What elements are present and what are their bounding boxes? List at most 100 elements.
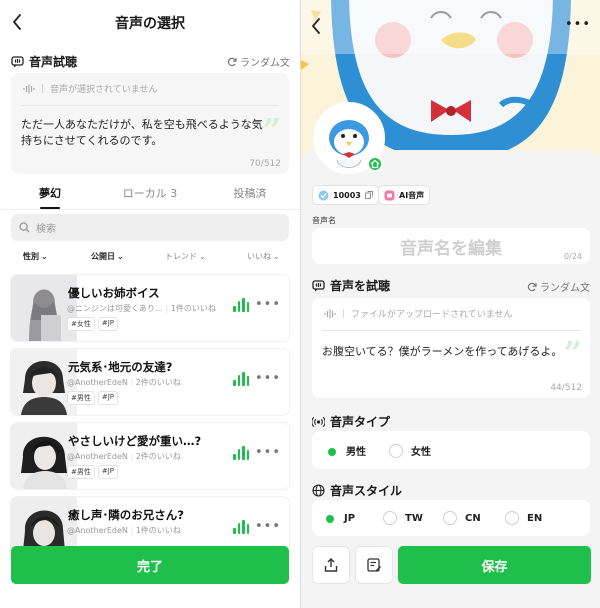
audio-placeholder: 音声が選択されていません — [50, 85, 158, 95]
more-options-icon[interactable]: ••• — [255, 371, 281, 386]
top-bar: 音声の選択 — [0, 0, 300, 44]
tag: #男性 — [67, 391, 95, 405]
globe-icon — [312, 484, 325, 497]
voice-test-card: 音声試聴 ランダム文 | 音声が選択されていません ただ一人あなただけが、私を空… — [0, 44, 300, 180]
radio-cn-label: CN — [465, 512, 481, 524]
radio-tw[interactable]: TW — [383, 511, 423, 525]
voice-likes: 1件のいいね — [170, 304, 216, 313]
voice-tags: #女性 #JP — [67, 317, 119, 331]
random-sentence-button[interactable]: ランダム文 — [227, 54, 290, 69]
page-title: 音声の選択 — [115, 16, 185, 32]
filter-likes[interactable]: いいね ⌄ — [247, 251, 280, 262]
test-text-box[interactable]: | ファイルがアップロードされていません お腹空いてる？僕がラーメンを作ってあげ… — [312, 298, 590, 398]
voice-title: 癒し声･隣のお兄さん? — [68, 508, 184, 522]
bottom-action-bar: 保存 — [301, 540, 600, 608]
voice-badge-icon — [318, 190, 329, 201]
more-options-icon[interactable]: ••• — [255, 297, 281, 312]
radio-female[interactable]: 女性 — [389, 443, 431, 458]
play-wave-icon[interactable] — [233, 446, 249, 460]
tab-posted[interactable]: 投稿済 — [200, 180, 300, 209]
radio-unselected-icon — [443, 511, 457, 525]
voice-id-value: 10003 — [333, 190, 361, 200]
ai-voice-badge: AI音声 — [378, 185, 431, 205]
radio-male[interactable]: 男性 — [324, 443, 366, 458]
voice-author: @ニンジンは可愛くあり… — [67, 304, 163, 313]
edit-note-icon — [367, 558, 381, 572]
radio-cn[interactable]: CN — [443, 511, 481, 525]
tab-mugen[interactable]: 夢幻 — [0, 180, 100, 209]
radio-tw-label: TW — [405, 512, 423, 524]
radio-female-label: 女性 — [411, 447, 431, 458]
radio-unselected-icon — [505, 511, 519, 525]
search-input[interactable]: 検索 — [11, 214, 289, 241]
voice-list-item[interactable]: 優しいお姉ボイス @ニンジンは可愛くあり… | 1件のいいね #女性 #JP •… — [11, 275, 289, 341]
share-button[interactable] — [312, 546, 350, 584]
audio-status-row: | ファイルがアップロードされていません — [324, 307, 513, 320]
voice-author: @AnotherEdeN — [67, 526, 128, 535]
radio-en-label: EN — [527, 512, 543, 524]
voice-type-header: 音声タイプ — [312, 413, 390, 430]
tag: #女性 — [67, 317, 95, 331]
voice-list-item[interactable]: 元気系･地元の友達? @AnotherEdeN | 2件のいいね #男性 #JP… — [11, 349, 289, 415]
tag: #JP — [97, 317, 119, 331]
divider — [21, 105, 279, 106]
radio-unselected-icon — [389, 443, 403, 458]
test-text-box[interactable]: | 音声が選択されていません ただ一人あなただけが、私を空も飛べるような気持ちに… — [11, 73, 289, 174]
chevron-down-icon: ⌄ — [117, 252, 124, 261]
radio-en[interactable]: EN — [505, 511, 542, 525]
voice-meta: @AnotherEdeN | 1件のいいね — [67, 526, 181, 535]
voice-likes: 2件のいいね — [135, 452, 181, 461]
filter-bar: 性別 ⌄ 公開日 ⌄ トレンド ⌄ いいね ⌄ — [0, 251, 300, 267]
save-button[interactable]: 保存 — [398, 546, 591, 584]
voice-type-title: 音声タイプ — [330, 415, 391, 429]
quote-mark-icon: ” — [563, 334, 582, 372]
edit-note-button[interactable] — [355, 546, 393, 584]
filter-likes-label: いいね — [247, 252, 271, 261]
home-icon — [367, 156, 383, 172]
broadcast-icon — [312, 416, 325, 428]
filter-date-label: 公開日 — [91, 252, 115, 261]
voice-id-badge[interactable]: 10003 — [312, 185, 379, 205]
tab-local[interactable]: ローカル 3 — [100, 180, 200, 209]
test-sentence[interactable]: お腹空いてる？僕がラーメンを作ってあげるよ。 — [322, 344, 568, 360]
voice-meta: @AnotherEdeN | 2件のいいね — [67, 452, 181, 461]
filter-trend[interactable]: トレンド ⌄ — [165, 251, 206, 262]
radio-selected-icon — [324, 443, 338, 458]
more-options-icon[interactable]: ••• — [255, 445, 281, 460]
radio-jp[interactable]: JP — [322, 511, 355, 525]
back-arrow-icon[interactable] — [311, 18, 321, 34]
chevron-down-icon: ⌄ — [273, 252, 280, 261]
char-counter: 44/512 — [550, 383, 582, 393]
filter-date[interactable]: 公開日 ⌄ — [91, 251, 124, 262]
filter-gender[interactable]: 性別 ⌄ — [23, 251, 48, 262]
voice-name-field[interactable]: 音声名を編集 0/24 — [312, 228, 590, 264]
voice-title: やさしいけど愛が重い…? — [68, 434, 202, 448]
radio-male-label: 男性 — [346, 447, 366, 458]
search-icon — [19, 222, 30, 233]
name-char-counter: 0/24 — [564, 252, 582, 261]
voice-title: 優しいお姉ボイス — [68, 286, 160, 300]
quote-mark-icon: ” — [262, 111, 281, 149]
random-sentence-button[interactable]: ランダム文 — [527, 279, 590, 294]
voice-select-screen: 音声の選択 音声試聴 ランダム文 | 音声が選択されていません ただ一人あなただ… — [0, 0, 300, 608]
more-options-icon[interactable]: ••• — [255, 519, 281, 534]
filter-trend-label: トレンド — [165, 252, 197, 261]
search-placeholder: 検索 — [36, 224, 56, 235]
voice-tabs: 夢幻 ローカル 3 投稿済 — [0, 180, 300, 210]
play-wave-icon[interactable] — [233, 372, 249, 386]
audio-status-row: | 音声が選択されていません — [23, 82, 158, 95]
test-sentence[interactable]: ただ一人あなただけが、私を空も飛べるような気持ちにさせてくれるのです。 — [21, 117, 267, 149]
radio-unselected-icon — [383, 511, 397, 525]
tag: #男性 — [67, 465, 95, 479]
voice-tags: #男性 #JP — [67, 391, 119, 405]
speech-bubble-icon — [11, 55, 24, 68]
voice-list-item[interactable]: やさしいけど愛が重い…? @AnotherEdeN | 2件のいいね #男性 #… — [11, 423, 289, 489]
done-button[interactable]: 完了 — [11, 546, 289, 584]
voice-test-header: 音声試聴 — [11, 53, 77, 70]
play-wave-icon[interactable] — [233, 520, 249, 534]
play-wave-icon[interactable] — [233, 298, 249, 312]
voice-test-header: 音声を試聴 — [312, 277, 390, 294]
tag: #JP — [97, 465, 119, 479]
random-sentence-label: ランダム文 — [540, 283, 590, 294]
more-options-icon[interactable]: ••• — [565, 17, 591, 32]
